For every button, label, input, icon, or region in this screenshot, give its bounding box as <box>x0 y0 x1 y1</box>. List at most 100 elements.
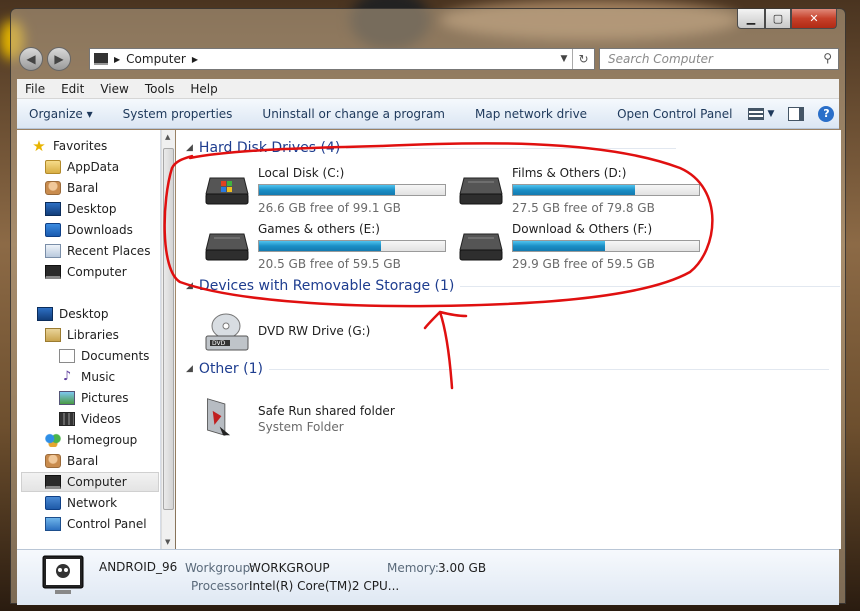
sidebar-item-baral-root[interactable]: Baral <box>45 451 98 471</box>
drive-usage-fill <box>259 185 396 195</box>
sidebar-item-appdata[interactable]: AppData <box>45 157 119 177</box>
close-button[interactable]: ✕ <box>791 9 837 29</box>
address-bar[interactable]: ▶ Computer ▶ ▼ ↻ <box>89 48 595 70</box>
collapse-icon[interactable]: ◢ <box>186 364 193 374</box>
memory-value: 3.00 GB <box>438 561 487 575</box>
address-dropdown-icon[interactable]: ▼ <box>556 49 572 69</box>
drive-free-space: 27.5 GB free of 79.8 GB <box>512 201 655 215</box>
command-bar: Organize ▾ System properties Uninstall o… <box>17 99 839 129</box>
folder-icon <box>45 160 61 174</box>
menu-edit[interactable]: Edit <box>53 82 92 96</box>
sidebar-item-desktop-root[interactable]: Desktop <box>37 304 109 324</box>
dvd-drive[interactable]: DVD DVD RW Drive (G:) <box>204 310 404 360</box>
sidebar-item-network[interactable]: Network <box>45 493 117 513</box>
scroll-up-icon[interactable]: ▲ <box>165 133 170 141</box>
sidebar-item-control-panel[interactable]: Control Panel <box>45 514 147 534</box>
drive-usage-fill <box>513 241 606 251</box>
sidebar-item-label: Computer <box>67 475 127 489</box>
dvd-label: DVD <box>212 340 226 347</box>
search-input[interactable]: Search Computer ⚲ <box>599 48 839 70</box>
sidebar-item-libraries[interactable]: Libraries <box>45 325 119 345</box>
drive-name: Local Disk (C:) <box>258 166 345 180</box>
menu-view[interactable]: View <box>92 82 136 96</box>
explorer-window: ▁ ▢ ✕ ◀ ▶ ▶ Computer ▶ ▼ ↻ Search Comput… <box>10 8 846 605</box>
scroll-down-icon[interactable]: ▼ <box>165 538 170 546</box>
safe-run-folder[interactable]: Safe Run shared folder System Folder <box>204 392 444 442</box>
sidebar-item-label: Desktop <box>59 307 109 321</box>
music-icon: ♪ <box>62 369 72 384</box>
recent-places-icon <box>45 244 61 258</box>
collapse-icon[interactable]: ◢ <box>186 281 193 291</box>
minimize-button[interactable]: ▁ <box>737 9 765 29</box>
videos-icon <box>59 412 75 426</box>
sidebar-item-desktop[interactable]: Desktop <box>45 199 117 219</box>
sidebar-item-label: Pictures <box>81 391 129 405</box>
sidebar-item-downloads[interactable]: Downloads <box>45 220 133 240</box>
refresh-icon[interactable]: ↻ <box>572 49 594 69</box>
sidebar-item-label: Desktop <box>67 202 117 216</box>
sidebar-item-label: Favorites <box>53 139 108 153</box>
sidebar-item-favorites[interactable]: ★ Favorites <box>31 136 107 156</box>
forward-button[interactable]: ▶ <box>47 47 71 71</box>
drive-d[interactable]: Films & Others (D:) 27.5 GB free of 79.8… <box>458 166 708 216</box>
maximize-button[interactable]: ▢ <box>765 9 791 29</box>
group-header-removable[interactable]: ◢ Devices with Removable Storage (1) <box>186 278 841 294</box>
hard-drive-icon <box>459 177 503 205</box>
map-network-drive-button[interactable]: Map network drive <box>460 107 602 121</box>
sidebar-item-homegroup[interactable]: Homegroup <box>45 430 137 450</box>
drive-f[interactable]: Download & Others (F:) 29.9 GB free of 5… <box>458 222 708 272</box>
sidebar-item-recent-places[interactable]: Recent Places <box>45 241 150 261</box>
dvd-drive-icon: DVD <box>205 313 249 351</box>
chevron-down-icon[interactable]: ▼ <box>768 109 775 119</box>
user-icon <box>45 454 61 468</box>
sidebar-item-documents[interactable]: Documents <box>59 346 149 366</box>
collapse-icon[interactable]: ◢ <box>186 143 193 153</box>
sidebar-item-label: Homegroup <box>67 433 138 447</box>
organize-button[interactable]: Organize ▾ <box>17 107 108 121</box>
drive-usage-bar <box>258 240 446 252</box>
menu-help[interactable]: Help <box>182 82 225 96</box>
scrollbar-thumb[interactable] <box>163 148 174 510</box>
system-properties-button[interactable]: System properties <box>108 107 248 121</box>
open-control-panel-button[interactable]: Open Control Panel <box>602 107 747 121</box>
group-divider <box>460 285 841 287</box>
back-button[interactable]: ◀ <box>19 47 43 71</box>
sidebar-item-computer-fav[interactable]: Computer <box>45 262 127 282</box>
sidebar-item-music[interactable]: ♪ Music <box>59 367 115 387</box>
drive-name: Films & Others (D:) <box>512 166 627 180</box>
search-icon[interactable]: ⚲ <box>823 51 832 65</box>
sidebar-item-label: AppData <box>67 160 120 174</box>
sidebar-item-videos[interactable]: Videos <box>59 409 121 429</box>
menu-file[interactable]: File <box>17 82 53 96</box>
computer-icon <box>45 475 61 489</box>
sidebar-item-label: Videos <box>81 412 121 426</box>
documents-icon <box>59 349 75 363</box>
group-divider <box>346 147 677 149</box>
menu-tools[interactable]: Tools <box>137 82 183 96</box>
desktop-icon <box>37 307 53 321</box>
change-view-icon[interactable] <box>747 107 764 120</box>
libraries-icon <box>45 328 61 342</box>
drive-usage-fill <box>259 241 381 251</box>
drive-free-space: 29.9 GB free of 59.5 GB <box>512 257 655 271</box>
uninstall-program-button[interactable]: Uninstall or change a program <box>247 107 460 121</box>
group-header-hdd[interactable]: ◢ Hard Disk Drives (4) <box>186 140 677 156</box>
sidebar-item-baral[interactable]: Baral <box>45 178 98 198</box>
navigation-scrollbar[interactable]: ▲ ▼ <box>161 130 175 549</box>
preview-pane-icon[interactable] <box>788 106 805 121</box>
group-header-other[interactable]: ◢ Other (1) <box>186 361 829 377</box>
content-pane: ◢ Hard Disk Drives (4) Local Disk (C:) 2… <box>176 130 841 549</box>
folder-type: System Folder <box>258 420 344 434</box>
breadcrumb-computer[interactable]: Computer <box>126 52 186 66</box>
drive-usage-fill <box>513 185 635 195</box>
network-icon <box>45 496 61 510</box>
sidebar-item-pictures[interactable]: Pictures <box>59 388 129 408</box>
help-icon[interactable]: ? <box>818 105 835 122</box>
drive-c[interactable]: Local Disk (C:) 26.6 GB free of 99.1 GB <box>204 166 454 216</box>
processor-value: Intel(R) Core(TM)2 CPU... <box>249 579 400 593</box>
drive-e[interactable]: Games & others (E:) 20.5 GB free of 59.5… <box>204 222 454 272</box>
breadcrumb-separator-icon: ▶ <box>191 54 198 64</box>
menu-bar: File Edit View Tools Help <box>17 79 839 99</box>
sidebar-item-label: Baral <box>67 454 99 468</box>
sidebar-item-computer[interactable]: Computer <box>21 472 159 492</box>
